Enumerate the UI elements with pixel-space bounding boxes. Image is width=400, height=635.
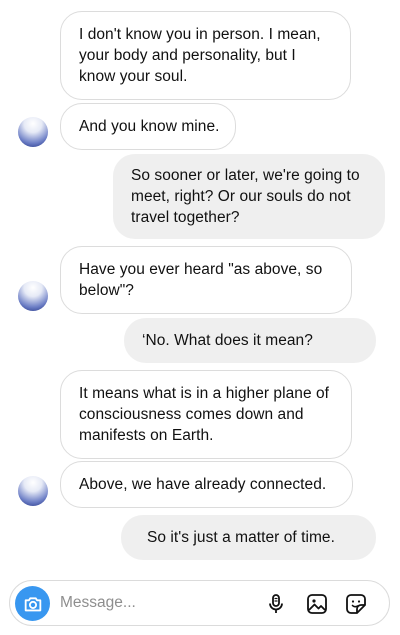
message-bubble-outgoing: So it's just a matter of time. [121, 515, 376, 560]
message-bubble-outgoing: So sooner or later, we're going to meet,… [113, 154, 385, 239]
gallery-icon [307, 594, 327, 614]
message-bubble-incoming: I don't know you in person. I mean, your… [60, 11, 351, 100]
message-bubble-outgoing: ‘No. What does it mean? [124, 318, 376, 363]
sticker-icon [346, 594, 366, 614]
message-bubble-incoming: Above, we have already connected. [60, 461, 353, 508]
sticker-button[interactable] [343, 591, 369, 617]
message-bubble-incoming: And you know mine. [60, 103, 237, 150]
contact-avatar[interactable] [18, 281, 48, 311]
message-input[interactable]: Message... [60, 594, 136, 612]
camera-button[interactable] [15, 586, 50, 621]
message-bubble-incoming: Have you ever heard "as above, so below"… [60, 246, 352, 314]
contact-avatar[interactable] [18, 117, 48, 147]
gallery-button[interactable] [304, 591, 330, 617]
message-composer: Message... [9, 580, 390, 626]
microphone-icon [269, 594, 283, 613]
microphone-button[interactable] [263, 591, 289, 617]
camera-icon [24, 596, 41, 611]
message-bubble-incoming: It means what is in a higher plane of co… [60, 370, 352, 459]
contact-avatar[interactable] [18, 476, 48, 506]
